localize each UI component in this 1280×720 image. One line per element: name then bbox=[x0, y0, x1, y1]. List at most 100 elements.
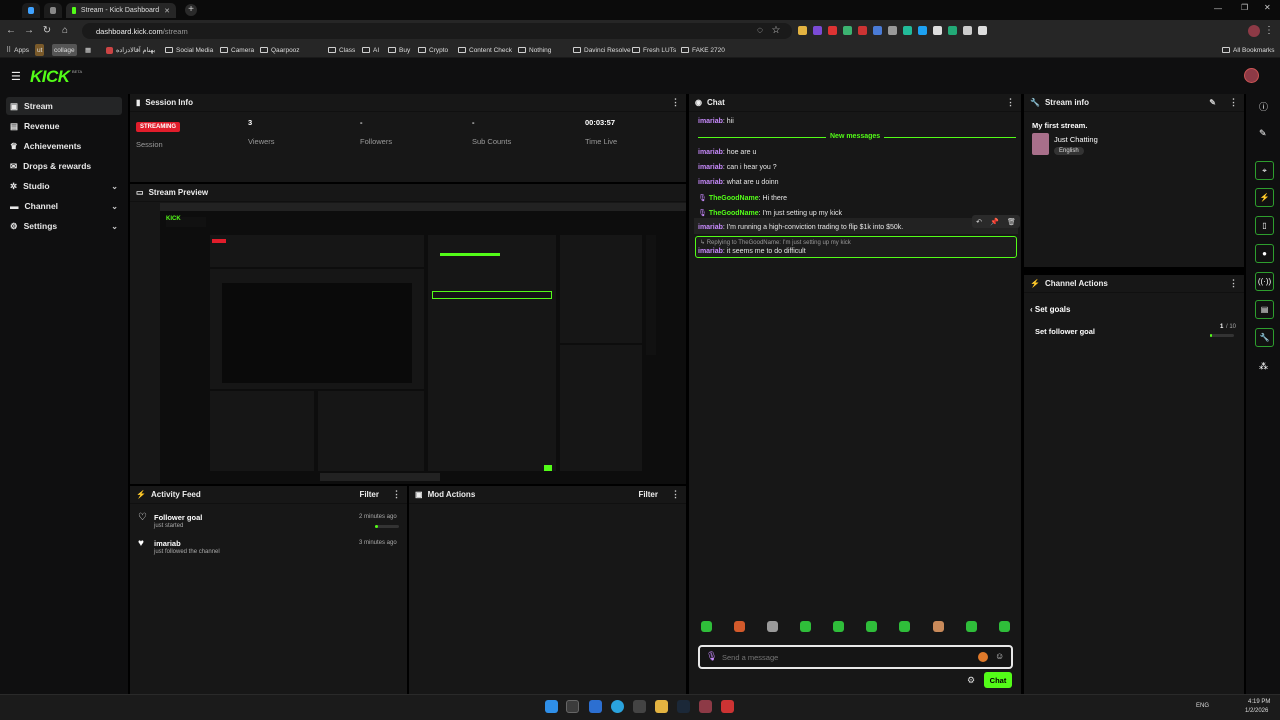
reply-icon[interactable]: ↶ bbox=[976, 218, 982, 226]
chat-settings-gear-icon[interactable]: ⚙ bbox=[967, 675, 975, 686]
rail-button[interactable]: ((·)) bbox=[1255, 272, 1274, 291]
info-icon[interactable]: ⓘ bbox=[1259, 100, 1268, 113]
browser-extension-icon[interactable] bbox=[918, 26, 927, 35]
minimize-button[interactable]: — bbox=[1214, 4, 1222, 13]
bookmark-folder[interactable]: Buy bbox=[388, 44, 410, 56]
send-chat-button[interactable]: Chat bbox=[984, 672, 1012, 688]
sidebar-item-drops[interactable]: ✉ Drops & rewards bbox=[6, 157, 122, 175]
bookmark-folder[interactable]: AI bbox=[362, 44, 379, 56]
reload-icon[interactable]: ↻ bbox=[41, 25, 53, 37]
emote-icon[interactable] bbox=[833, 621, 844, 632]
emote-icon[interactable] bbox=[800, 621, 811, 632]
steam-icon[interactable] bbox=[677, 700, 690, 713]
bookmark-persian[interactable]: بهنام آقالادزاده bbox=[106, 44, 155, 56]
taskbar-app-icon[interactable] bbox=[721, 700, 734, 713]
pin-icon[interactable]: 📌 bbox=[990, 218, 999, 226]
telegram-icon[interactable] bbox=[611, 700, 624, 713]
browser-extension-icon[interactable] bbox=[858, 26, 867, 35]
home-icon[interactable]: ⌂ bbox=[59, 25, 71, 37]
rail-button[interactable]: ⌖ bbox=[1255, 161, 1274, 180]
chat-message[interactable]: 🎙 TheGoodName: I'm just setting up my ki… bbox=[698, 209, 842, 217]
edit-pencil-icon[interactable]: ✎ bbox=[1209, 98, 1216, 107]
browser-extension-icon[interactable] bbox=[963, 26, 972, 35]
browser-extension-icon[interactable] bbox=[978, 26, 987, 35]
sidebar-item-revenue[interactable]: ▤ Revenue bbox=[6, 117, 122, 135]
chat-message[interactable]: imariab: what are u doinn bbox=[698, 179, 779, 186]
all-bookmarks[interactable]: All Bookmarks bbox=[1222, 44, 1275, 56]
profile-avatar[interactable] bbox=[1248, 25, 1260, 37]
chrome-taskbar-icon[interactable] bbox=[566, 700, 579, 713]
bookmark-apps[interactable]: ⠿ Apps bbox=[6, 44, 29, 56]
bookmark-folder[interactable]: Crypto bbox=[418, 44, 448, 56]
rail-button[interactable]: ⚡ bbox=[1255, 188, 1274, 207]
rail-button[interactable]: ▤ bbox=[1255, 300, 1274, 319]
chat-message[interactable]: 🎙 TheGoodName: Hi there bbox=[698, 194, 787, 202]
chat-message-input[interactable] bbox=[722, 650, 962, 664]
taskbar-app-icon[interactable] bbox=[699, 700, 712, 713]
emoji-icon[interactable]: ☺ bbox=[995, 651, 1004, 661]
close-window-button[interactable]: ✕ bbox=[1264, 3, 1271, 12]
sidebar-item-studio[interactable]: ✲ Studio ⌄ bbox=[6, 177, 122, 195]
follower-goal-label[interactable]: Set follower goal bbox=[1035, 327, 1095, 336]
bookmark-collage[interactable]: collage bbox=[52, 44, 77, 56]
bookmark-folder[interactable]: FAKE 2720 bbox=[681, 44, 725, 56]
chat-message[interactable]: imariab: hoe are u bbox=[698, 149, 756, 156]
sidebar-item-channel[interactable]: ▬ Channel ⌄ bbox=[6, 197, 122, 215]
clock-date[interactable]: 1/2/2026 bbox=[1245, 708, 1268, 714]
windows-start-icon[interactable] bbox=[545, 700, 558, 713]
emote-icon[interactable] bbox=[767, 621, 778, 632]
close-tab-icon[interactable]: ✕ bbox=[164, 7, 170, 15]
clock-time[interactable]: 4:19 PM bbox=[1248, 699, 1270, 705]
activity-title[interactable]: imariab bbox=[154, 539, 181, 548]
rail-button[interactable]: ● bbox=[1255, 244, 1274, 263]
bookmark-folder[interactable]: Camera bbox=[220, 44, 254, 56]
hamburger-menu-icon[interactable]: ☰ bbox=[11, 70, 21, 83]
stream-preview-video[interactable]: KICK bbox=[160, 203, 686, 484]
browser-extension-icon[interactable] bbox=[828, 26, 837, 35]
coin-icon[interactable] bbox=[978, 652, 988, 662]
sidebar-item-stream[interactable]: ▣ Stream bbox=[6, 97, 122, 115]
bookmark-folder[interactable]: Nothing bbox=[518, 44, 551, 56]
language-indicator[interactable]: ENG bbox=[1196, 703, 1209, 709]
bookmark-folder[interactable]: Davinci Resolve bbox=[573, 44, 631, 56]
pencil-icon[interactable]: ✎ bbox=[1259, 128, 1267, 139]
bookmark-folder[interactable]: Fresh LUTs bbox=[632, 44, 676, 56]
rail-button[interactable]: 🔧 bbox=[1255, 328, 1274, 347]
kick-logo[interactable]: KICK bbox=[30, 67, 70, 87]
taskbar-app-icon[interactable] bbox=[589, 700, 602, 713]
kebab-menu-icon[interactable]: ⋮ bbox=[671, 97, 680, 108]
pinned-tab[interactable] bbox=[22, 3, 40, 18]
kebab-menu-icon[interactable]: ⋮ bbox=[1229, 278, 1238, 289]
emote-icon[interactable] bbox=[999, 621, 1010, 632]
emote-icon[interactable] bbox=[899, 621, 910, 632]
emote-icon[interactable] bbox=[701, 621, 712, 632]
browser-extension-icon[interactable] bbox=[798, 26, 807, 35]
browser-extension-icon[interactable] bbox=[948, 26, 957, 35]
activity-filter-button[interactable]: Filter bbox=[359, 490, 379, 499]
browser-extension-icon[interactable] bbox=[843, 26, 852, 35]
emote-icon[interactable] bbox=[933, 621, 944, 632]
browser-extension-icon[interactable] bbox=[933, 26, 942, 35]
kebab-menu-icon[interactable]: ⋮ bbox=[1229, 97, 1238, 108]
maximize-button[interactable]: ❐ bbox=[1241, 3, 1248, 12]
new-tab-button[interactable]: + bbox=[185, 4, 197, 16]
browser-extension-icon[interactable] bbox=[873, 26, 882, 35]
file-explorer-icon[interactable] bbox=[655, 700, 668, 713]
browser-extension-icon[interactable] bbox=[903, 26, 912, 35]
kebab-menu-icon[interactable]: ⋮ bbox=[671, 489, 680, 500]
back-icon[interactable]: ← bbox=[5, 25, 17, 37]
bookmark-folder[interactable]: Qaarpooz bbox=[260, 44, 300, 56]
bookmark-folder[interactable]: Content Check bbox=[458, 44, 512, 56]
browser-extension-icon[interactable] bbox=[888, 26, 897, 35]
url-bar[interactable]: dashboard.kick.com/stream bbox=[82, 23, 792, 39]
chat-message[interactable]: imariab: can i hear you ? bbox=[698, 164, 777, 171]
bookmark-star-icon[interactable]: ☆ bbox=[770, 25, 782, 37]
kebab-menu-icon[interactable]: ⋮ bbox=[392, 489, 401, 500]
rail-button[interactable]: ▯ bbox=[1255, 216, 1274, 235]
active-tab[interactable]: Stream - Kick Dashboard ✕ bbox=[66, 3, 176, 18]
chat-message[interactable]: imariab: hii bbox=[698, 118, 734, 125]
browser-menu-icon[interactable]: ⋮ bbox=[1263, 25, 1275, 37]
delete-icon[interactable]: 🗑 bbox=[1007, 218, 1016, 226]
sidebar-item-achievements[interactable]: ♛ Achievements bbox=[6, 137, 122, 155]
emote-icon[interactable] bbox=[966, 621, 977, 632]
